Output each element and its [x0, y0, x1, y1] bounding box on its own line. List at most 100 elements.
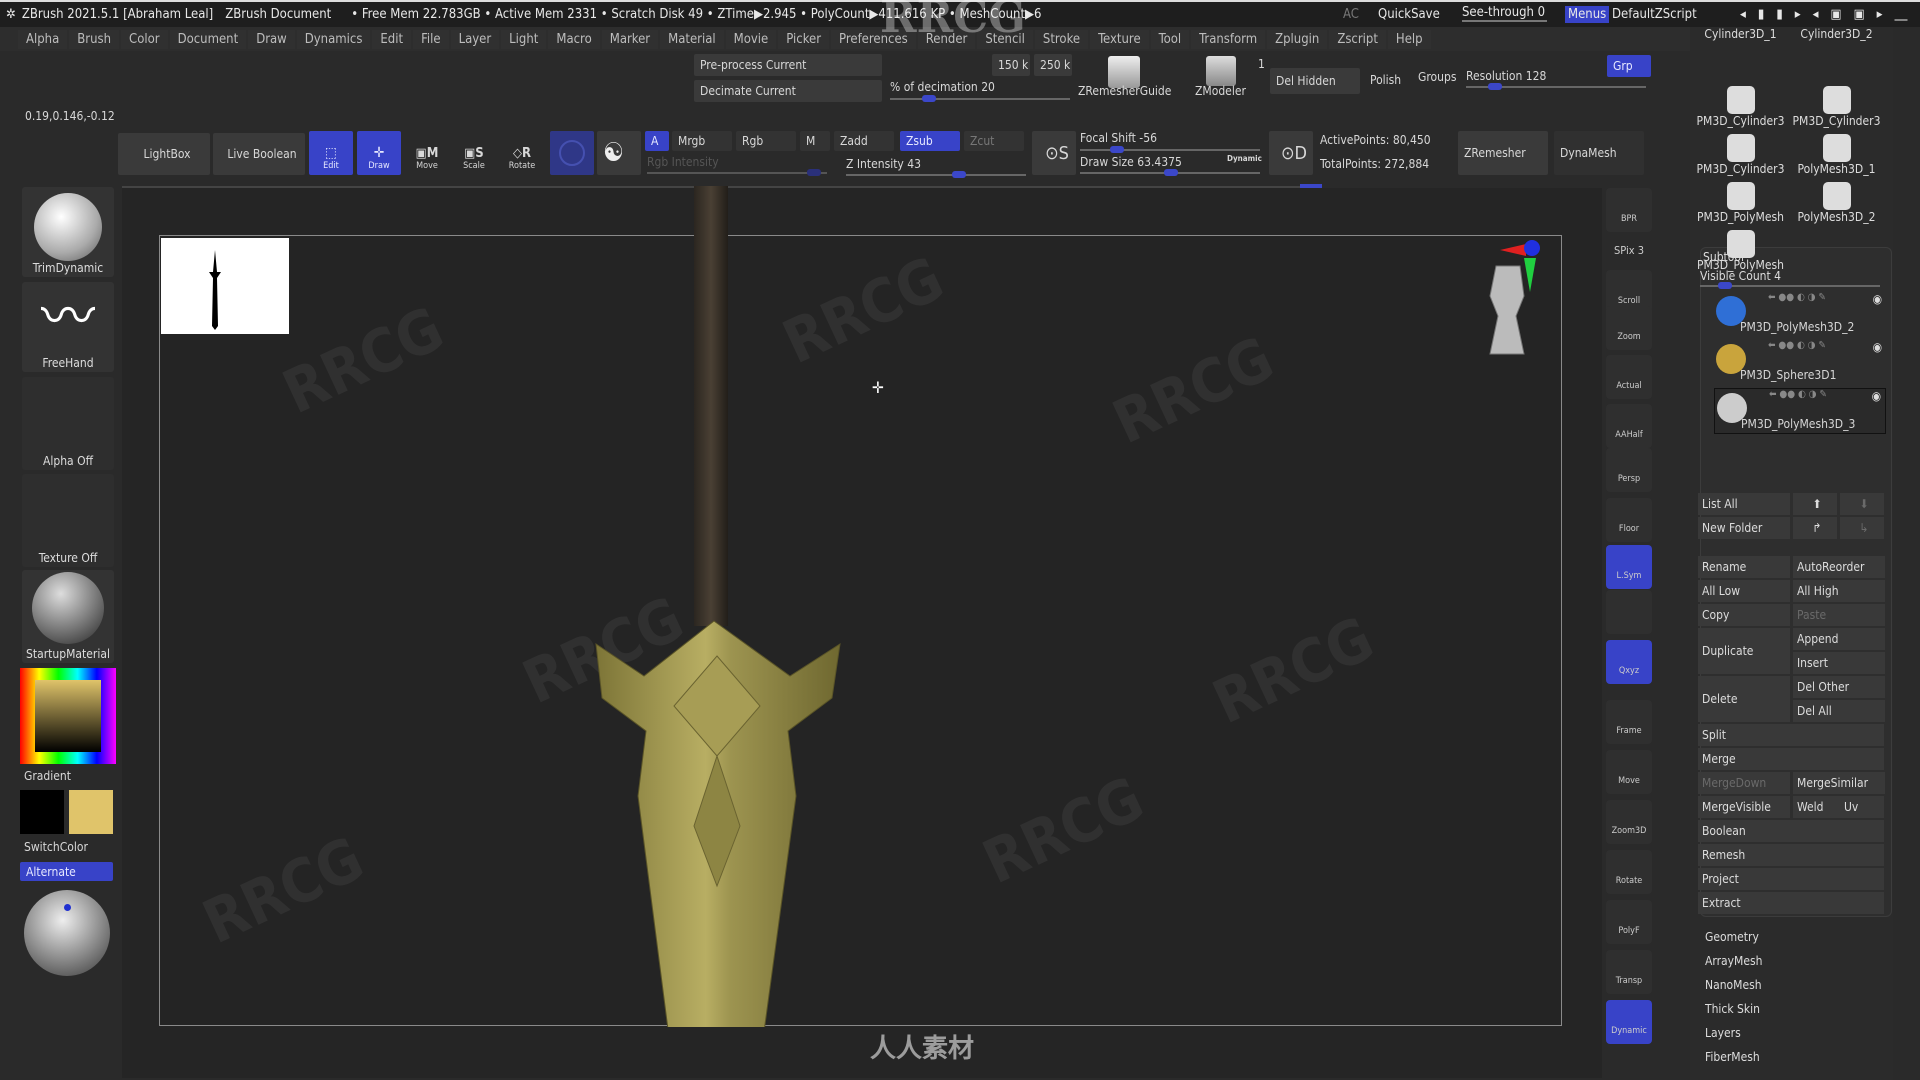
menu-color[interactable]: Color: [121, 29, 168, 49]
zmodeler-icon[interactable]: [1206, 56, 1236, 86]
menu-help[interactable]: Help: [1387, 29, 1431, 49]
stroke-selector[interactable]: 〰 FreeHand: [22, 282, 114, 372]
del-hidden-button[interactable]: Del Hidden: [1270, 68, 1360, 94]
menu-texture[interactable]: Texture: [1090, 29, 1149, 49]
shelf-button-zoom3d[interactable]: Zoom3D: [1606, 800, 1652, 844]
shelf-button-persp[interactable]: Persp: [1606, 448, 1652, 492]
ac-button[interactable]: AC: [1343, 7, 1359, 22]
tool-thumbnail[interactable]: Cylinder3D_1: [1693, 27, 1788, 45]
color-picker[interactable]: [20, 668, 116, 764]
move-mode-button[interactable]: ▣M Move: [405, 131, 449, 175]
section-layers[interactable]: Layers: [1705, 1026, 1741, 1040]
dynamesh-button[interactable]: DynaMesh: [1554, 131, 1644, 175]
menu-movie[interactable]: Movie: [725, 29, 777, 49]
zmodeler-button[interactable]: ZModeler: [1195, 84, 1246, 98]
lightbox-button[interactable]: LightBox: [118, 133, 210, 175]
section-fibermesh[interactable]: FiberMesh: [1705, 1050, 1760, 1064]
remesh-button[interactable]: Remesh: [1698, 844, 1884, 866]
section-thick-skin[interactable]: Thick Skin: [1705, 1002, 1760, 1016]
section-geometry[interactable]: Geometry: [1705, 930, 1759, 944]
preset-150k-button[interactable]: 150 k: [992, 54, 1030, 76]
all-high-button[interactable]: All High: [1793, 580, 1885, 602]
menu-edit[interactable]: Edit: [372, 29, 412, 49]
live-boolean-button[interactable]: Live Boolean: [213, 133, 305, 175]
menu-dynamics[interactable]: Dynamics: [296, 29, 371, 49]
copy-button[interactable]: Copy: [1698, 604, 1790, 626]
orientation-head-gizmo[interactable]: [1480, 236, 1560, 356]
shelf-button-floor[interactable]: Floor: [1606, 498, 1652, 542]
draw-mode-button[interactable]: ✛ Draw: [357, 131, 401, 175]
tool-thumbnail[interactable]: PolyMesh3D_1: [1789, 134, 1884, 180]
shelf-button-qxyz[interactable]: Qxyz: [1606, 640, 1652, 684]
shelf-button-actual[interactable]: Actual: [1606, 355, 1652, 399]
extract-button[interactable]: Extract: [1698, 892, 1884, 914]
tool-thumbnail[interactable]: PM3D_Cylinder3: [1693, 134, 1788, 180]
preset-250k-button[interactable]: 250 k: [1034, 54, 1072, 76]
shelf-button-spix-3[interactable]: SPix 3: [1606, 238, 1652, 266]
sculptris-pro-button[interactable]: [550, 131, 594, 175]
expand-palette-icon[interactable]: ▮▸: [1776, 7, 1812, 22]
z-intensity-slider[interactable]: [846, 171, 1026, 178]
gradient-toggle[interactable]: Gradient: [24, 769, 71, 783]
tool-thumbnail[interactable]: PM3D_PolyMesh: [1693, 182, 1788, 228]
shelf-button-move[interactable]: Move: [1606, 750, 1652, 794]
visibility-eye-icon[interactable]: ◉: [1872, 389, 1881, 403]
subtool-options-icon[interactable]: ⬅ ●● ◐ ◑ ✎: [1768, 292, 1826, 303]
mergedown-button[interactable]: MergeDown: [1698, 772, 1790, 794]
insert-button[interactable]: Insert: [1793, 652, 1885, 674]
material-selector[interactable]: StartupMaterial: [22, 570, 114, 663]
visibility-eye-icon[interactable]: ◉: [1873, 292, 1882, 306]
gizmo-button[interactable]: ☯: [597, 131, 641, 175]
shrink-palette-icon[interactable]: ◂▮: [1740, 7, 1776, 22]
uv-button[interactable]: Uv: [1840, 796, 1884, 818]
dock-left-icon[interactable]: ◂▣: [1813, 7, 1854, 22]
menu-tool[interactable]: Tool: [1150, 29, 1190, 49]
zcut-button[interactable]: Zcut: [964, 131, 1024, 151]
dock-right-icon[interactable]: ▣▸: [1854, 7, 1895, 22]
folder-action2-icon[interactable]: ↳: [1840, 517, 1884, 539]
menu-zscript[interactable]: Zscript: [1329, 29, 1386, 49]
brush-selector[interactable]: TrimDynamic: [22, 187, 114, 277]
tool-thumbnail[interactable]: PolyMesh3D_2: [1789, 182, 1884, 228]
weld-button[interactable]: Weld: [1793, 796, 1843, 818]
default-zscript-button[interactable]: DefaultZScript: [1612, 7, 1697, 22]
zremesher-guide-button[interactable]: ZRemesherGuide: [1078, 84, 1171, 98]
delete-button[interactable]: Delete: [1698, 676, 1790, 722]
mergesimilar-button[interactable]: MergeSimilar: [1793, 772, 1885, 794]
split-button[interactable]: Split: [1698, 724, 1884, 746]
menus-toggle[interactable]: Menus: [1565, 6, 1610, 23]
subtool-item[interactable]: ◉ ⬅ ●● ◐ ◑ ✎ PM3D_Sphere3D1: [1714, 340, 1886, 386]
section-nanomesh[interactable]: NanoMesh: [1705, 978, 1762, 992]
shelf-button-l-sym[interactable]: L.Sym: [1606, 545, 1652, 589]
alpha-selector[interactable]: Alpha Off: [22, 377, 114, 470]
subtool-options-icon[interactable]: ⬅ ●● ◐ ◑ ✎: [1769, 389, 1827, 400]
mergevisible-button[interactable]: MergeVisible: [1698, 796, 1790, 818]
tool-thumbnail[interactable]: PM3D_Cylinder3: [1789, 86, 1884, 132]
append-button[interactable]: Append: [1793, 628, 1885, 650]
zadd-button[interactable]: Zadd: [834, 131, 894, 151]
focal-shift-slider[interactable]: [1080, 146, 1260, 153]
edit-mode-button[interactable]: ⬚ Edit: [309, 131, 353, 175]
menu-marker[interactable]: Marker: [601, 29, 659, 49]
autoreorder-button[interactable]: AutoReorder: [1793, 556, 1885, 578]
menu-alpha[interactable]: Alpha: [18, 29, 68, 49]
lazy-mouse-s-button[interactable]: ⊙S: [1032, 131, 1076, 175]
new-folder-button[interactable]: New Folder: [1698, 517, 1790, 539]
see-through-slider[interactable]: See-through 0: [1462, 5, 1547, 22]
shelf-button-zoom[interactable]: Zoom: [1606, 306, 1652, 350]
subtool-item[interactable]: ◉ ⬅ ●● ◐ ◑ ✎ PM3D_PolyMesh3D_2: [1714, 292, 1886, 338]
shelf-button-aahalf[interactable]: AAHalf: [1606, 404, 1652, 448]
decimation-slider[interactable]: [890, 95, 1070, 102]
menu-document[interactable]: Document: [169, 29, 247, 49]
visibility-eye-icon[interactable]: ◉: [1873, 340, 1882, 354]
del-all-button[interactable]: Del All: [1793, 700, 1885, 722]
menu-brush[interactable]: Brush: [69, 29, 120, 49]
document-canvas[interactable]: RRCG RRCG RRCG RRCG RRCG RRCG RRCG ✛: [159, 186, 1562, 1027]
groups-button[interactable]: Groups: [1418, 70, 1456, 84]
shelf-button-rotate[interactable]: Rotate: [1606, 850, 1652, 894]
lazy-mouse-d-button[interactable]: ⊙D: [1269, 131, 1313, 175]
tool-thumbnail[interactable]: PM3D_Cylinder3: [1693, 86, 1788, 132]
merge-button[interactable]: Merge: [1698, 748, 1884, 770]
polish-button[interactable]: Polish: [1370, 73, 1401, 87]
primary-color-swatch[interactable]: [20, 790, 64, 834]
